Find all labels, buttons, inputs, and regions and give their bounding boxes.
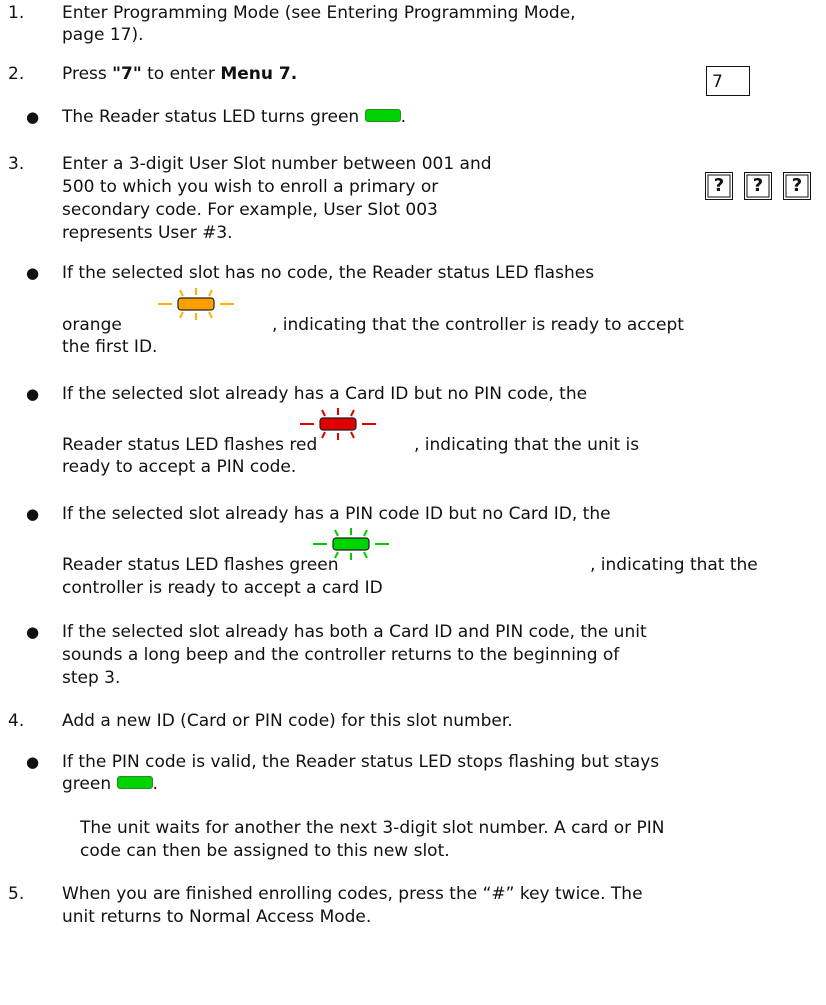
step-text: Enter Programming Mode (see Entering Pro… [62, 3, 576, 23]
bullet-text: , indicating that the controller is read… [272, 315, 684, 335]
bullet-icon: ● [26, 264, 40, 282]
bullet-icon: ● [26, 108, 40, 126]
step-number: 4. [8, 711, 25, 731]
step-text: 500 to which you wish to enroll a primar… [62, 177, 439, 197]
step-text: represents User #3. [62, 223, 233, 243]
bullet-text: ready to accept a PIN code. [62, 457, 297, 477]
led-flashing-red-icon [300, 408, 376, 440]
bullet-icon: ● [26, 385, 40, 403]
document-page: { "steps": [ {"num": "1.", "line1": "Ent… [0, 0, 826, 1005]
step-number: 3. [8, 154, 25, 174]
bullet-text: , indicating that the unit is [414, 435, 640, 455]
note-text: The unit waits for another the next 3-di… [80, 818, 665, 838]
digit-placeholder: ? [705, 172, 733, 200]
led-flashing-green-icon [313, 528, 389, 560]
step-number: 1. [8, 3, 25, 23]
led-green-icon [116, 776, 153, 789]
led-flashing-orange-icon [158, 288, 234, 320]
bullet-text: step 3. [62, 668, 121, 688]
step-number: 5. [8, 884, 25, 904]
digit-placeholder: ? [744, 172, 772, 200]
note-text: code can then be assigned to this new sl… [80, 841, 450, 861]
bullet-text: If the selected slot already has a Card … [62, 384, 588, 404]
step-text: Press "7" to enter Menu 7. [62, 64, 298, 84]
bullet-text: green . [62, 774, 158, 794]
bullet-text: orange [62, 315, 122, 335]
menu-label: Menu 7. [220, 64, 298, 84]
keypad-key-7: 7 [706, 66, 750, 96]
step-text: Enter a 3-digit User Slot number between… [62, 154, 492, 174]
bullet-text: The Reader status LED turns green . [62, 107, 407, 127]
step-number: 2. [8, 64, 25, 84]
bullet-icon: ● [26, 753, 40, 771]
step-text: Add a new ID (Card or PIN code) for this… [62, 711, 513, 731]
bullet-text: If the selected slot has no code, the Re… [62, 263, 595, 283]
bullet-text: the first ID. [62, 337, 158, 357]
bullet-text: Reader status LED flashes green [62, 555, 339, 575]
digit-placeholder: ? [783, 172, 811, 200]
bullet-text: controller is ready to accept a card ID [62, 578, 383, 598]
bullet-text: If the selected slot already has a PIN c… [62, 504, 611, 524]
bullet-text: , indicating that the [590, 555, 758, 575]
key-label: "7" [112, 64, 142, 84]
bullet-icon: ● [26, 505, 40, 523]
bullet-text: If the selected slot already has both a … [62, 622, 647, 642]
bullet-icon: ● [26, 623, 40, 641]
bullet-text: sounds a long beep and the controller re… [62, 645, 620, 665]
step-text: page 17). [62, 25, 144, 45]
step-text: secondary code. For example, User Slot 0… [62, 200, 438, 220]
keypad-digit-group: ? ? ? [705, 172, 815, 202]
step-text: unit returns to Normal Access Mode. [62, 907, 372, 927]
led-green-icon [364, 109, 401, 122]
bullet-text: If the PIN code is valid, the Reader sta… [62, 752, 660, 772]
step-text: When you are finished enrolling codes, p… [62, 884, 643, 904]
bullet-text: Reader status LED flashes red [62, 435, 318, 455]
